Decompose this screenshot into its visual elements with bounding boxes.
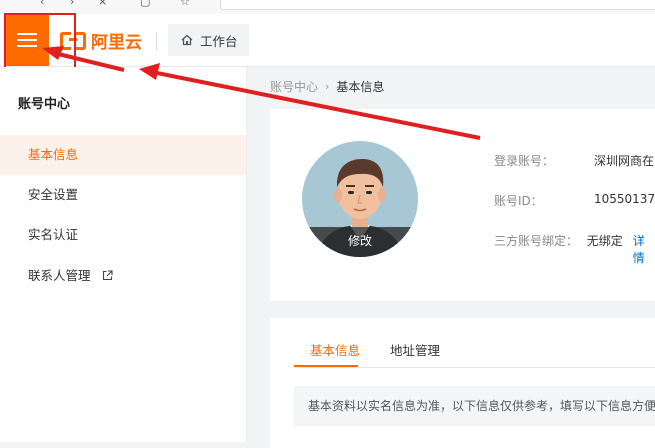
page-icon[interactable]: ▢ [140, 0, 152, 8]
workbench-button[interactable]: 工作台 [168, 24, 249, 56]
tabs-divider [294, 367, 655, 368]
active-tab-indicator [294, 365, 358, 367]
aliyun-logo-icon [60, 32, 86, 50]
workbench-label: 工作台 [200, 33, 238, 49]
sidebar: 账号中心 基本信息 安全设置 实名认证 联系人管理 [0, 67, 247, 442]
info-label: 登录账号： [494, 154, 555, 168]
aliyun-logo[interactable]: 阿里云 [60, 28, 142, 53]
avatar[interactable]: 修改 [302, 141, 418, 257]
back-icon[interactable]: ‹ [40, 0, 52, 8]
tab-address-management[interactable]: 地址管理 [390, 340, 440, 359]
tab-basic-info[interactable]: 基本信息 [310, 340, 360, 359]
forward-icon[interactable]: › [70, 0, 82, 8]
avatar-modify-button[interactable]: 修改 [302, 227, 418, 257]
home-icon [181, 34, 193, 46]
console-header: 阿里云 工作台 [0, 14, 655, 67]
close-icon[interactable]: × [98, 0, 110, 8]
breadcrumb-root[interactable]: 账号中心 [270, 78, 318, 95]
info-value: 深圳网商在 [594, 154, 655, 168]
sidebar-item-contact-management[interactable]: 联系人管理 [0, 256, 246, 296]
detail-card [270, 318, 655, 448]
sidebar-item-real-name-auth[interactable]: 实名认证 [0, 215, 246, 255]
hamburger-icon [17, 29, 37, 51]
info-label: 账号ID： [494, 194, 543, 208]
brand-name: 阿里云 [91, 32, 142, 53]
browser-toolbar: ‹ › × ▢ ☆ [0, 0, 655, 15]
sidebar-item-basic-info[interactable]: 基本信息 [0, 135, 246, 175]
details-link[interactable]: 详情 [633, 232, 655, 266]
info-row-login-account: 登录账号： 深圳网商在 [494, 152, 654, 169]
external-link-icon [102, 270, 113, 281]
info-value: 无绑定 [586, 234, 623, 248]
star-icon[interactable]: ☆ [180, 0, 192, 8]
sidebar-item-label: 联系人管理 [28, 268, 91, 283]
notice-text: 基本资料以实名信息为准，以下信息仅供参考，填写以下信息方便 [294, 386, 655, 426]
breadcrumb: 账号中心 › 基本信息 [270, 78, 384, 95]
sidebar-item-label: 实名认证 [28, 227, 79, 242]
header-divider [156, 32, 157, 50]
breadcrumb-separator: › [325, 80, 330, 93]
sidebar-item-label: 安全设置 [28, 187, 79, 202]
breadcrumb-current: 基本信息 [336, 80, 385, 94]
info-row-account-id: 账号ID： 105501375 [494, 192, 655, 209]
info-row-third-party-binding: 三方账号绑定： 无绑定 详情 [494, 232, 655, 266]
menu-button[interactable] [5, 14, 49, 66]
sidebar-title: 账号中心 [18, 97, 71, 112]
address-bar[interactable] [220, 0, 655, 10]
sidebar-item-security-settings[interactable]: 安全设置 [0, 175, 246, 215]
info-label: 三方账号绑定： [494, 234, 579, 248]
info-value: 105501375 [594, 192, 655, 206]
sidebar-item-label: 基本信息 [28, 147, 79, 162]
